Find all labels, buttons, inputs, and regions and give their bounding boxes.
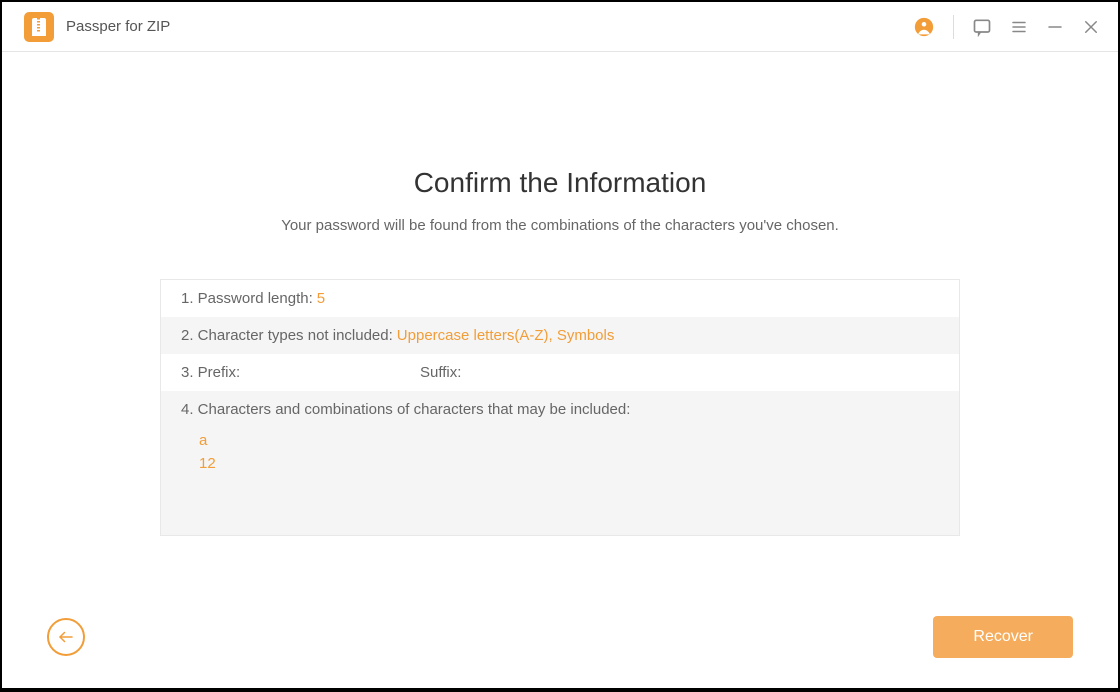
back-button[interactable] bbox=[47, 618, 85, 656]
info-row-combinations: 4. Characters and combinations of charac… bbox=[161, 391, 959, 535]
combo-lines: a 12 bbox=[181, 430, 939, 475]
recover-button[interactable]: Recover bbox=[933, 616, 1073, 658]
length-label: 1. Password length: bbox=[181, 290, 313, 307]
title-left: Passper for ZIP bbox=[24, 12, 170, 42]
title-right bbox=[913, 15, 1100, 39]
app-icon bbox=[24, 12, 54, 42]
page-subtitle: Your password will be found from the com… bbox=[281, 217, 839, 234]
footer: Recover bbox=[2, 616, 1118, 658]
info-box: 1. Password length: 5 2. Character types… bbox=[160, 279, 960, 536]
not-included-label: 2. Character types not included: bbox=[181, 327, 393, 344]
minimize-icon[interactable] bbox=[1046, 18, 1064, 36]
menu-icon[interactable] bbox=[1010, 18, 1028, 36]
prefix-label: 3. Prefix: bbox=[181, 364, 416, 381]
combo-line-1: a bbox=[199, 430, 939, 453]
combos-label: 4. Characters and combinations of charac… bbox=[181, 401, 939, 418]
close-icon[interactable] bbox=[1082, 18, 1100, 36]
titlebar: Passper for ZIP bbox=[2, 2, 1118, 52]
main-content: Confirm the Information Your password wi… bbox=[2, 52, 1118, 688]
divider bbox=[953, 15, 954, 39]
info-row-prefix-suffix: 3. Prefix: Suffix: bbox=[161, 354, 959, 391]
app-window: Passper for ZIP bbox=[2, 2, 1118, 688]
app-title: Passper for ZIP bbox=[66, 18, 170, 35]
user-icon[interactable] bbox=[913, 16, 935, 38]
suffix-label: Suffix: bbox=[420, 364, 461, 381]
length-value: 5 bbox=[317, 290, 325, 307]
info-row-length: 1. Password length: 5 bbox=[161, 280, 959, 317]
feedback-icon[interactable] bbox=[972, 17, 992, 37]
page-heading: Confirm the Information bbox=[414, 167, 707, 199]
combo-line-2: 12 bbox=[199, 453, 939, 476]
not-included-value: Uppercase letters(A-Z), Symbols bbox=[397, 327, 615, 344]
info-row-not-included: 2. Character types not included: Upperca… bbox=[161, 317, 959, 354]
